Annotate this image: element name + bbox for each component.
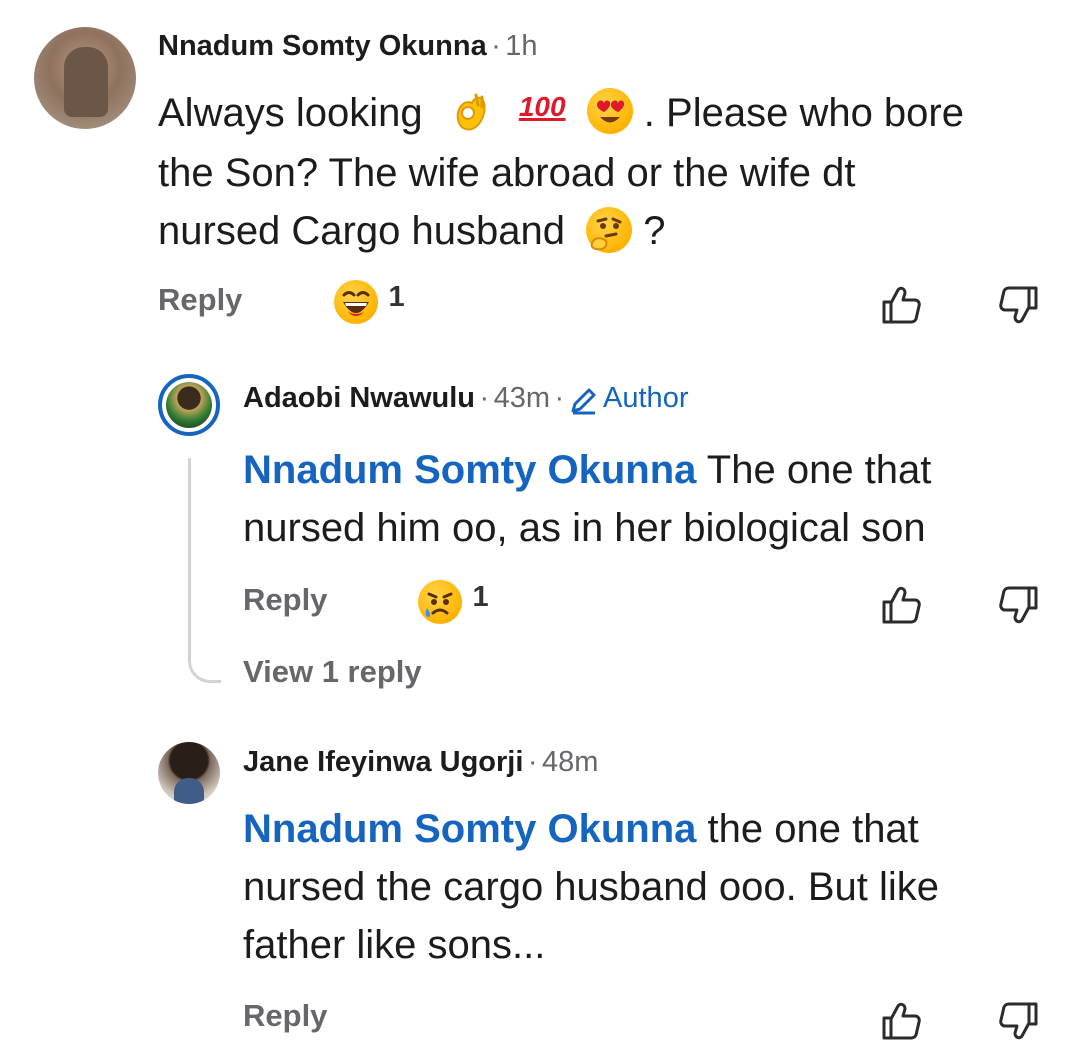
- timestamp: 1h: [505, 30, 538, 62]
- mention-link[interactable]: Nnadum Somty Okunna: [243, 448, 696, 492]
- comment-line: Nnadum Somty Okunna the one that: [243, 800, 1063, 858]
- comment-line: the Son? The wife abroad or the wife dt: [158, 151, 856, 196]
- mention-link[interactable]: Nnadum Somty Okunna: [243, 807, 696, 851]
- thinking-face-icon: [586, 206, 633, 253]
- comment-body: Always looking 100 . Please who bore the…: [158, 84, 1058, 260]
- avatar-photo: [166, 382, 212, 428]
- reply-button[interactable]: Reply: [158, 282, 242, 318]
- comment-text: . Please who bore: [643, 91, 964, 135]
- reply-button[interactable]: Reply: [243, 998, 327, 1034]
- ok-hand-icon: [450, 89, 494, 133]
- avatar[interactable]: [34, 27, 136, 129]
- comment-line: father like sons...: [243, 923, 546, 967]
- separator: ·: [491, 30, 501, 62]
- author-avatar[interactable]: [158, 374, 220, 436]
- heart-eyes-icon: [586, 88, 633, 135]
- like-icon[interactable]: [880, 284, 922, 326]
- comment-header: Adaobi Nwawulu · 43m · Author: [243, 382, 688, 418]
- dislike-icon[interactable]: [998, 284, 1040, 326]
- comment-line: Nnadum Somty Okunna The one that: [243, 441, 1063, 499]
- author-name[interactable]: Nnadum Somty Okunna: [158, 30, 487, 62]
- reaction-count: 1: [472, 581, 489, 614]
- author-name[interactable]: Adaobi Nwawulu: [243, 382, 475, 414]
- reaction-summary[interactable]: 1: [418, 580, 489, 624]
- sad-emoji-icon: [418, 580, 462, 624]
- avatar-figure: [64, 47, 108, 117]
- dislike-icon[interactable]: [998, 1000, 1040, 1042]
- dislike-icon[interactable]: [998, 584, 1040, 626]
- view-replies-link[interactable]: View 1 reply: [243, 654, 422, 690]
- thread-line: [188, 458, 221, 683]
- comment-line: nursed him oo, as in her biological son: [243, 506, 926, 550]
- avatar-figure: [174, 778, 204, 804]
- comment-header: Jane Ifeyinwa Ugorji · 48m: [243, 746, 598, 779]
- author-name[interactable]: Jane Ifeyinwa Ugorji: [243, 746, 523, 778]
- avatar[interactable]: [158, 742, 220, 804]
- reaction-count: 1: [388, 281, 405, 314]
- comment-text: Always looking: [158, 91, 423, 135]
- comment-text: nursed Cargo husband: [158, 209, 565, 254]
- like-icon[interactable]: [880, 1000, 922, 1042]
- laughing-emoji-icon: [334, 280, 378, 324]
- comment-text: ?: [643, 209, 666, 254]
- separator: ·: [554, 382, 565, 414]
- comment-text: the one that: [696, 807, 919, 851]
- like-icon[interactable]: [880, 584, 922, 626]
- comment-line: nursed the cargo husband ooo. But like: [243, 865, 940, 909]
- reply-button[interactable]: Reply: [243, 582, 327, 618]
- reaction-summary[interactable]: 1: [334, 280, 405, 324]
- comment-header: Nnadum Somty Okunna · 1h: [158, 30, 538, 63]
- separator: ·: [527, 746, 538, 778]
- timestamp: 43m: [493, 382, 550, 414]
- hundred-icon: 100: [518, 91, 566, 123]
- author-badge: Author: [603, 382, 689, 414]
- comment-line: nursed Cargo husband ?: [158, 202, 1058, 260]
- comment-text: The one that: [696, 448, 932, 492]
- pencil-icon: [569, 385, 599, 415]
- comment-line: Always looking 100 . Please who bore: [158, 84, 1058, 144]
- comment-body: Nnadum Somty Okunna The one that nursed …: [243, 441, 1063, 557]
- separator: ·: [479, 382, 490, 414]
- comment-body: Nnadum Somty Okunna the one that nursed …: [243, 800, 1063, 974]
- timestamp: 48m: [542, 746, 599, 778]
